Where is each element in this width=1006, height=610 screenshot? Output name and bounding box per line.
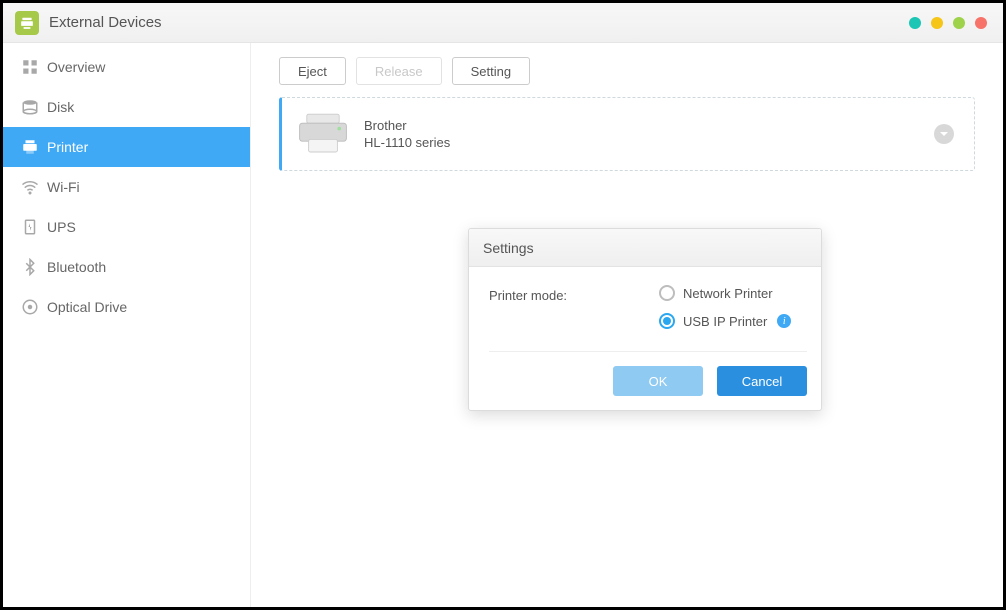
sidebar-item-overview[interactable]: Overview [3,47,250,87]
setting-button[interactable]: Setting [452,57,530,85]
sidebar-item-disk[interactable]: Disk [3,87,250,127]
printer-mode-label: Printer mode: [489,285,659,329]
eject-button[interactable]: Eject [279,57,346,85]
sidebar-item-bluetooth[interactable]: Bluetooth [3,247,250,287]
radio-network-printer[interactable]: Network Printer [659,285,791,301]
radio-icon [659,313,675,329]
bluetooth-icon [21,258,47,276]
sidebar-item-optical-drive[interactable]: Optical Drive [3,287,250,327]
toolbar: Eject Release Setting [279,57,975,85]
ok-button[interactable]: OK [613,366,703,396]
disk-icon [21,98,47,116]
printer-device-card[interactable]: Brother HL-1110 series [279,97,975,171]
sidebar-item-label: UPS [47,219,76,235]
settings-modal: Settings Printer mode: Network Printer U… [468,228,822,411]
ups-icon [21,218,47,236]
sidebar-item-label: Wi-Fi [47,179,80,195]
radio-icon [659,285,675,301]
device-brand: Brother [364,118,450,133]
window-control-dot[interactable] [909,17,921,29]
overview-icon [21,58,47,76]
device-model: HL-1110 series [364,135,450,150]
app-icon [15,11,39,35]
sidebar-item-label: Optical Drive [47,299,127,315]
titlebar: External Devices [3,3,1003,43]
app-window: External Devices Overview Disk [3,3,1003,607]
window-title: External Devices [49,14,162,31]
sidebar-item-label: Printer [47,139,88,155]
printer-image-icon [296,112,350,156]
window-control-dot[interactable] [975,17,987,29]
window-controls [909,17,991,29]
modal-body: Printer mode: Network Printer USB IP Pri… [469,267,821,352]
release-button: Release [356,57,442,85]
window-control-dot[interactable] [931,17,943,29]
info-icon[interactable]: i [777,314,791,328]
optical-drive-icon [21,298,47,316]
printer-icon [21,138,47,156]
sidebar-item-label: Overview [47,59,105,75]
cancel-button[interactable]: Cancel [717,366,807,396]
sidebar-item-label: Bluetooth [47,259,106,275]
wifi-icon [21,178,47,196]
sidebar: Overview Disk Printer Wi-Fi [3,43,251,607]
radio-label: USB IP Printer [683,314,767,329]
sidebar-item-printer[interactable]: Printer [3,127,250,167]
radio-label: Network Printer [683,286,773,301]
device-info: Brother HL-1110 series [364,118,450,150]
sidebar-item-label: Disk [47,99,74,115]
sidebar-item-wifi[interactable]: Wi-Fi [3,167,250,207]
radio-usb-ip-printer[interactable]: USB IP Printer i [659,313,791,329]
window-control-dot[interactable] [953,17,965,29]
modal-title: Settings [469,229,821,267]
expand-chevron-icon[interactable] [934,124,954,144]
modal-footer: OK Cancel [469,352,821,410]
sidebar-item-ups[interactable]: UPS [3,207,250,247]
